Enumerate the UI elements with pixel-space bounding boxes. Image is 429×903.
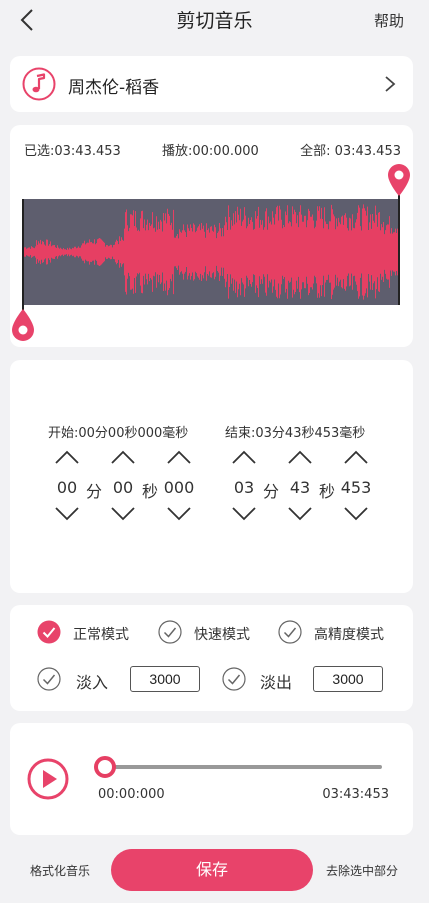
start-min-unit: 分 bbox=[86, 482, 103, 501]
fade-in-input[interactable]: 3000 bbox=[130, 666, 200, 692]
selected-duration: 已选:03:43.453 bbox=[24, 144, 121, 159]
fade-in-checkbox[interactable] bbox=[37, 667, 61, 691]
start-ms-down-icon[interactable] bbox=[166, 506, 192, 522]
start-handle-icon[interactable] bbox=[10, 308, 36, 342]
start-ms-value: 000 bbox=[163, 478, 195, 497]
waveform-bars bbox=[24, 204, 400, 300]
play-button-icon[interactable] bbox=[27, 758, 69, 800]
start-min-down-icon[interactable] bbox=[54, 506, 80, 522]
end-ms-down-icon[interactable] bbox=[343, 506, 369, 522]
waveform-graphic bbox=[24, 204, 400, 300]
player-panel: 00:00:000 03:43:453 bbox=[10, 723, 413, 835]
end-min-value: 03 bbox=[233, 478, 255, 497]
format-music-button[interactable]: 格式化音乐 bbox=[30, 862, 90, 879]
fade-out-input[interactable]: 3000 bbox=[313, 666, 383, 692]
end-sec-up-icon[interactable] bbox=[287, 449, 313, 465]
start-marker-line bbox=[22, 199, 24, 311]
waveform-panel: 已选:03:43.453 播放:00:00.000 全部: 03:43.453 bbox=[10, 125, 413, 347]
time-selector: 开始:00分00秒000毫秒 结束:03分43秒453毫秒 00 分 00 秒 … bbox=[10, 360, 413, 593]
start-sec-down-icon[interactable] bbox=[110, 506, 136, 522]
end-sec-down-icon[interactable] bbox=[287, 506, 313, 522]
start-min-value: 00 bbox=[56, 478, 78, 497]
end-sec-value: 43 bbox=[289, 478, 311, 497]
end-marker-line bbox=[398, 195, 400, 305]
end-ms-up-icon[interactable] bbox=[343, 449, 369, 465]
progress-thumb[interactable] bbox=[94, 756, 116, 778]
remove-selection-button[interactable]: 去除选中部分 bbox=[326, 862, 398, 879]
fade-out-label: 淡出 bbox=[260, 673, 293, 692]
start-sec-value: 00 bbox=[112, 478, 134, 497]
music-note-icon bbox=[22, 67, 56, 101]
current-time: 00:00:000 bbox=[98, 787, 165, 802]
audio-waveform[interactable] bbox=[24, 199, 400, 305]
end-sec-unit: 秒 bbox=[319, 482, 336, 501]
end-ms-value: 453 bbox=[340, 478, 372, 497]
precise-mode-checkbox[interactable] bbox=[278, 620, 302, 644]
fast-mode-checkbox[interactable] bbox=[158, 620, 182, 644]
normal-mode-checkbox[interactable] bbox=[37, 620, 61, 644]
end-min-down-icon[interactable] bbox=[231, 506, 257, 522]
page-title: 剪切音乐 bbox=[176, 10, 253, 32]
end-time-label: 结束:03分43秒453毫秒 bbox=[225, 426, 366, 441]
start-ms-up-icon[interactable] bbox=[166, 449, 192, 465]
song-selector[interactable]: 周杰伦-稻香 bbox=[10, 56, 413, 112]
save-button[interactable]: 保存 bbox=[111, 849, 313, 891]
end-min-up-icon[interactable] bbox=[231, 449, 257, 465]
fast-mode-label[interactable]: 快速模式 bbox=[194, 624, 250, 644]
total-time: 03:43:453 bbox=[322, 787, 389, 802]
fade-out-checkbox[interactable] bbox=[222, 667, 246, 691]
start-sec-up-icon[interactable] bbox=[110, 449, 136, 465]
end-handle-icon[interactable] bbox=[386, 163, 412, 197]
mode-options: 正常模式 快速模式 高精度模式 淡入 3000 淡出 3000 bbox=[10, 605, 413, 711]
precise-mode-label[interactable]: 高精度模式 bbox=[314, 624, 384, 644]
start-min-up-icon[interactable] bbox=[54, 449, 80, 465]
help-button[interactable]: 帮助 bbox=[374, 10, 404, 31]
song-title: 周杰伦-稻香 bbox=[68, 78, 160, 98]
end-min-unit: 分 bbox=[263, 482, 280, 501]
chevron-right-icon bbox=[385, 76, 396, 92]
normal-mode-label[interactable]: 正常模式 bbox=[73, 624, 129, 644]
nav-bar: 剪切音乐 帮助 bbox=[0, 0, 429, 40]
start-sec-unit: 秒 bbox=[142, 482, 159, 501]
play-position: 播放:00:00.000 bbox=[162, 144, 259, 159]
start-time-label: 开始:00分00秒000毫秒 bbox=[48, 426, 189, 441]
total-duration: 全部: 03:43.453 bbox=[300, 144, 401, 159]
progress-track[interactable] bbox=[106, 765, 382, 769]
fade-in-label: 淡入 bbox=[76, 673, 109, 692]
